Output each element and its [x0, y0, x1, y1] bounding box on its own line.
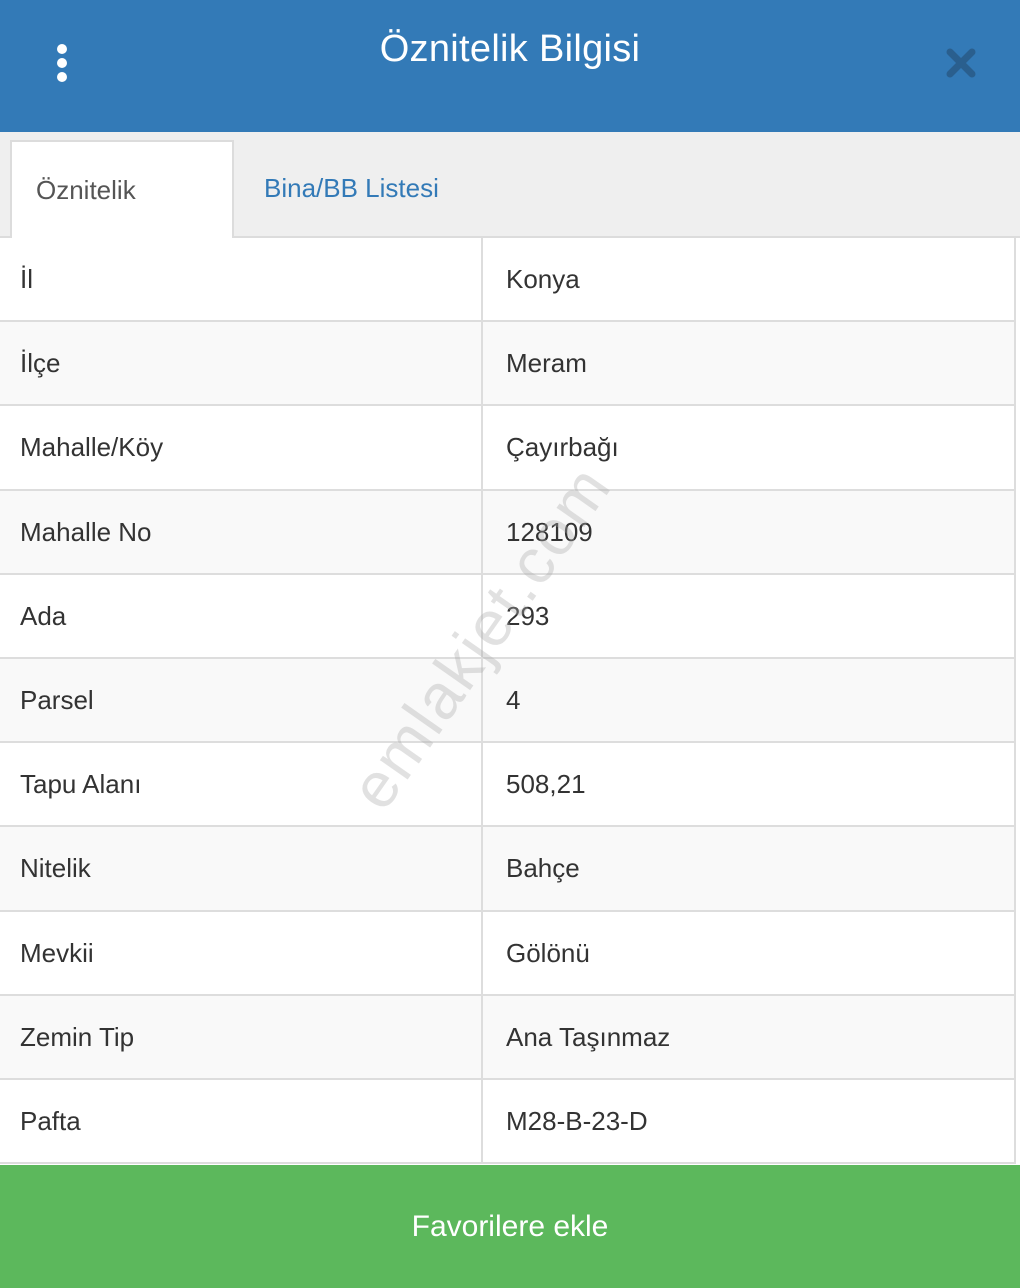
attribute-value: 293	[506, 600, 550, 631]
attribute-value: Gölönü	[506, 937, 590, 968]
table-row: Mahalle No 128109	[0, 490, 1014, 575]
close-button[interactable]	[936, 38, 986, 88]
attribute-value: Meram	[506, 348, 587, 379]
table-row: Nitelik Bahçe	[0, 827, 1014, 912]
tab-bina-bb-listesi[interactable]: Bina/BB Listesi	[240, 140, 463, 238]
page-title: Öznitelik Bilgisi	[379, 28, 641, 70]
table-row: Mevkii Gölönü	[0, 911, 1014, 996]
add-to-favorites-button[interactable]: Favorilere ekle	[0, 1165, 1020, 1288]
attribute-value: Ana Taşınmaz	[506, 1021, 671, 1052]
attribute-table: İl Konya İlçe Meram Mahalle/Köy Çayırbağ…	[0, 238, 1016, 1165]
attribute-label: İl	[20, 264, 33, 294]
table-row: Tapu Alanı 508,21	[0, 743, 1014, 828]
tab-bar: Öznitelik Bilgisi Bina/BB Listesi	[0, 132, 1020, 301]
table-row: Parsel 4	[0, 658, 1014, 744]
table-row: İlçe Meram	[0, 322, 1014, 407]
attribute-value: 128109	[506, 516, 593, 547]
table-row: Zemin Tip Ana Taşınmaz	[0, 995, 1014, 1080]
attribute-label: Ada	[20, 600, 67, 631]
attribute-label: Tapu Alanı	[20, 769, 142, 800]
close-x-icon	[946, 48, 976, 78]
attribute-label: Nitelik	[20, 853, 91, 884]
attribute-value: M28-B-23-D	[506, 1105, 648, 1136]
attribute-value: Çayırbağı	[506, 432, 619, 463]
attribute-label: Mahalle/Köy	[20, 432, 164, 463]
attribute-label: Mevkii	[20, 937, 94, 968]
table-row: Pafta M28-B-23-D	[0, 1079, 1014, 1165]
table-row: Ada 293	[0, 574, 1014, 659]
attribute-label: İlçe	[20, 348, 61, 379]
attribute-label: Pafta	[20, 1105, 81, 1136]
attribute-label: Mahalle No	[20, 516, 152, 547]
table-row: İl Konya	[0, 238, 1014, 323]
attribute-value: 508,21	[506, 769, 586, 800]
header-bar: Öznitelik Bilgisi	[0, 0, 1020, 132]
attribute-label: Zemin Tip	[20, 1021, 135, 1052]
attribute-value: 4	[506, 684, 521, 715]
tab-oznitelik-bilgisi[interactable]: Öznitelik Bilgisi	[10, 140, 234, 301]
attribute-value: Konya	[506, 264, 580, 294]
attribute-value: Bahçe	[506, 853, 580, 884]
attribute-label: Parsel	[20, 684, 94, 715]
table-row: Mahalle/Köy Çayırbağı	[0, 406, 1014, 491]
